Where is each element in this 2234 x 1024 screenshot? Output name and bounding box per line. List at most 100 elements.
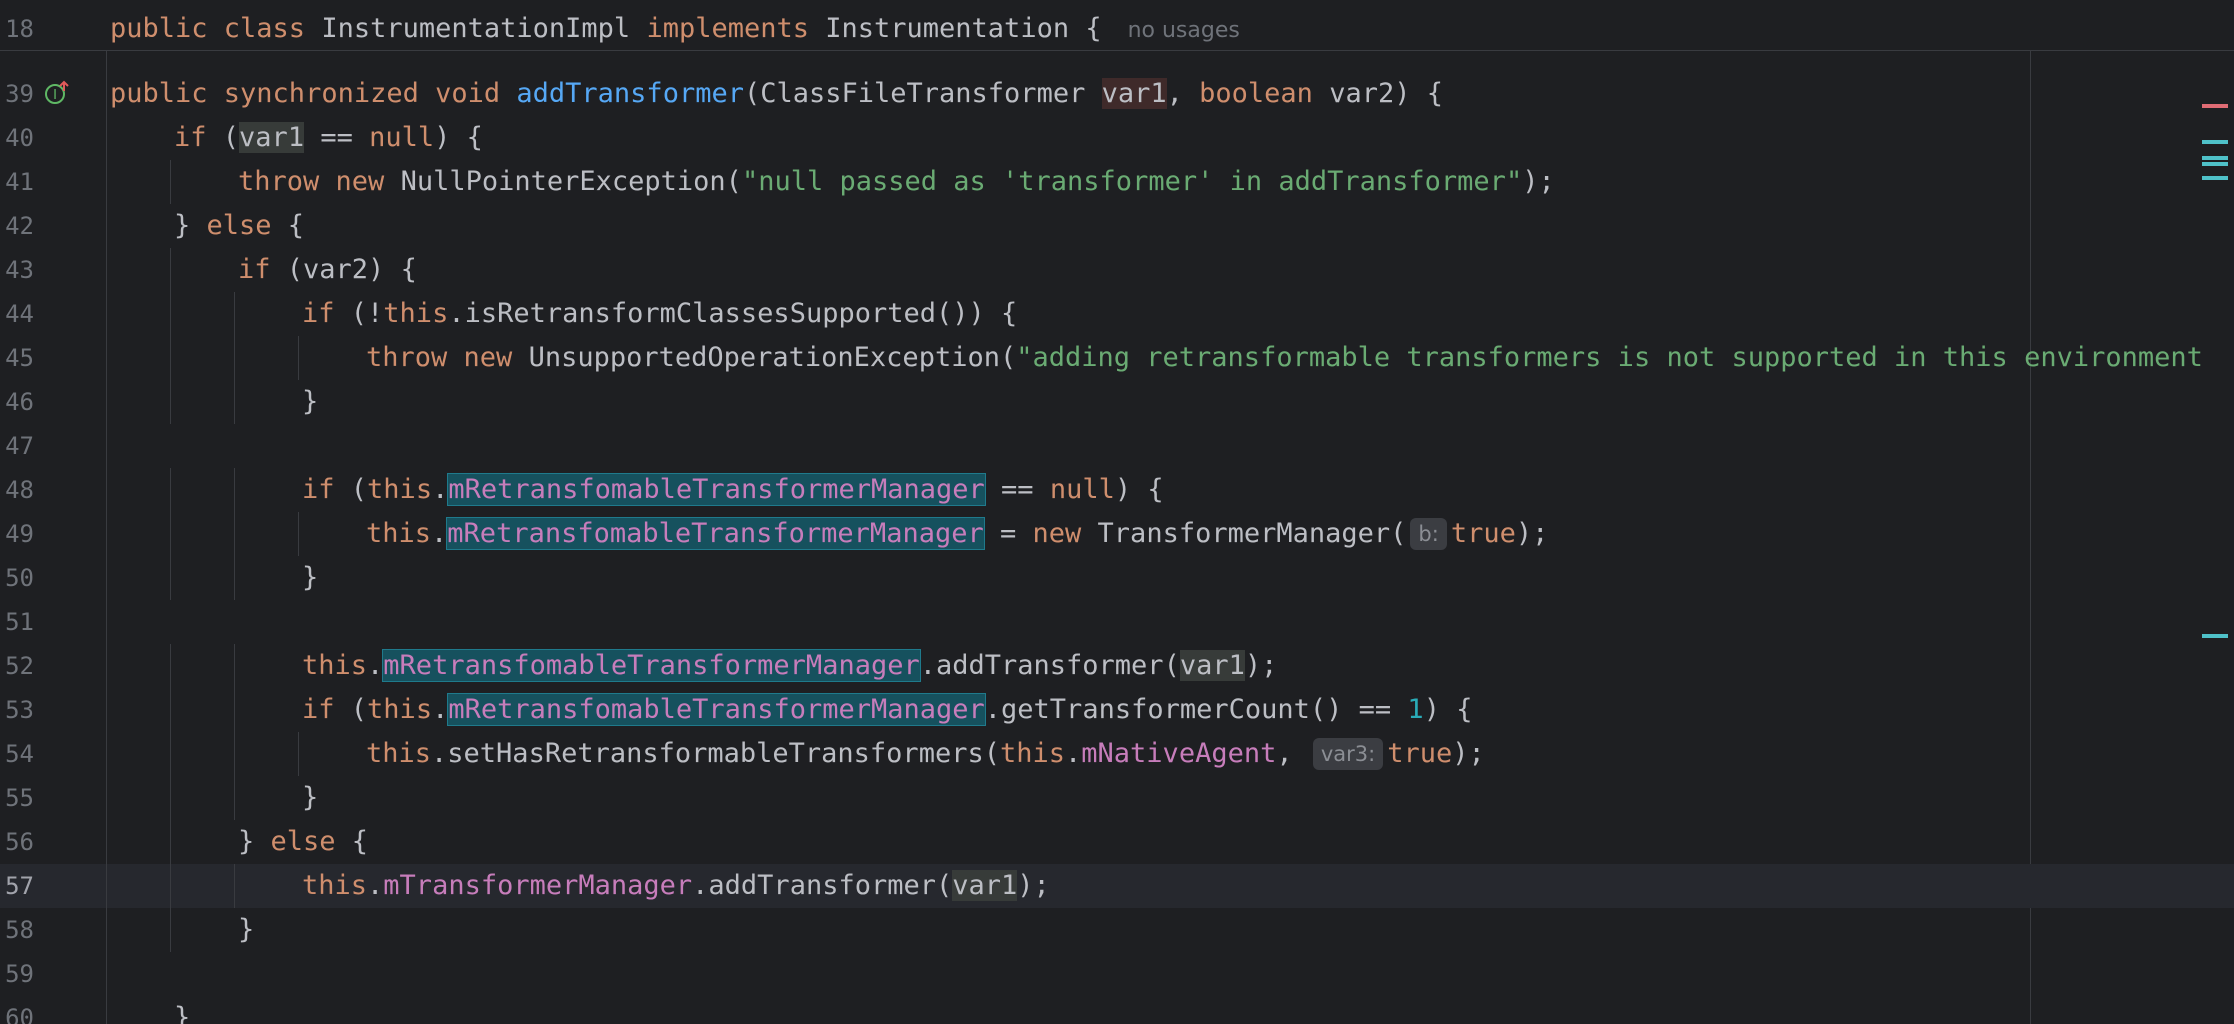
code-line[interactable]: 42 } else { [0, 204, 2234, 248]
code-token: .addTransformer( [919, 650, 1180, 681]
code-token: mNativeAgent [1081, 738, 1277, 769]
code-token: mTransformerManager [383, 870, 693, 901]
code-text[interactable]: } else { [238, 820, 368, 864]
code-token: . [432, 694, 449, 725]
code-text[interactable]: } [238, 908, 254, 952]
code-line[interactable]: 47 [0, 424, 2234, 468]
code-line[interactable]: 39 public synchronized void addTransforme… [0, 72, 2234, 116]
code-text[interactable]: } [302, 556, 318, 600]
scrollbar-marker[interactable] [2202, 162, 2228, 166]
sticky-line-number: 18 [5, 15, 34, 43]
code-token: } [174, 210, 207, 241]
code-line[interactable]: 43 if (var2) { [0, 248, 2234, 292]
indent-guide [234, 776, 235, 820]
code-text[interactable]: if (var2) { [238, 248, 417, 292]
code-text[interactable]: if (!this.isRetransformClassesSupported(… [302, 292, 1017, 336]
indent-guide [298, 732, 299, 776]
line-number: 60 [5, 1004, 34, 1024]
indent-guide [170, 820, 171, 864]
code-line[interactable]: 51 [0, 600, 2234, 644]
scrollbar-marker[interactable] [2202, 140, 2228, 144]
code-token: . [367, 870, 384, 901]
code-line[interactable]: 52 this.mRetransfomableTransformerManager… [0, 644, 2234, 688]
code-token: this [367, 474, 433, 505]
indent-guide [170, 380, 171, 424]
code-token: . [431, 518, 448, 549]
code-token: var1 [1101, 78, 1167, 109]
implements-method-icon[interactable]: I [44, 80, 70, 106]
code-line[interactable]: 44 if (!this.isRetransformClassesSupporte… [0, 292, 2234, 336]
code-text[interactable]: if (this.mRetransfomableTransformerManag… [302, 688, 1472, 732]
code-text[interactable]: } [174, 996, 190, 1024]
code-line[interactable]: 56} else { [0, 820, 2234, 864]
line-number: 50 [5, 564, 34, 592]
code-line[interactable]: 53 if (this.mRetransfomableTransformerMan… [0, 688, 2234, 732]
code-line[interactable]: 48 if (this.mRetransfomableTransformerMan… [0, 468, 2234, 512]
scrollbar-markers[interactable] [2200, 0, 2234, 1024]
sticky-class-declaration[interactable]: public class InstrumentationImpl impleme… [110, 7, 1240, 53]
line-number: 53 [5, 696, 34, 724]
code-token: true [1450, 518, 1516, 549]
code-token: boolean [1199, 78, 1330, 109]
code-token: } [302, 386, 319, 417]
code-token: this [366, 738, 432, 769]
code-line[interactable]: 55} [0, 776, 2234, 820]
indent-guide [234, 864, 235, 908]
code-line[interactable]: 50} [0, 556, 2234, 600]
code-token: var1 [1179, 650, 1245, 681]
indent-guide [234, 292, 235, 336]
indent-guide [234, 468, 235, 512]
usages-inlay-hint[interactable]: no usages [1128, 18, 1240, 43]
code-token: ); [1452, 738, 1485, 769]
code-token: var1 [239, 122, 305, 153]
code-line[interactable]: 49 this.mRetransfomableTransformerManager… [0, 512, 2234, 556]
line-number: 39 [5, 80, 34, 108]
line-number: 42 [5, 212, 34, 240]
code-line[interactable]: 46} [0, 380, 2234, 424]
code-line[interactable]: 41 throw new NullPointerException("null p… [0, 160, 2234, 204]
code-line[interactable]: 59 [0, 952, 2234, 996]
code-token: . [1065, 738, 1082, 769]
code-text[interactable]: this.mRetransfomableTransformerManager =… [366, 512, 1548, 556]
line-number: 48 [5, 476, 34, 504]
code-line[interactable]: 40 if (var1 == null) { [0, 116, 2234, 160]
code-token: mRetransfomableTransformerManager [447, 693, 986, 726]
code-token: mRetransfomableTransformerManager [447, 473, 986, 506]
indent-guide [170, 732, 171, 776]
sticky-header-line[interactable]: 18 public class InstrumentationImpl impl… [0, 0, 2234, 51]
scrollbar-marker[interactable] [2202, 104, 2228, 108]
code-text[interactable]: if (this.mRetransfomableTransformerManag… [302, 468, 1164, 512]
code-text[interactable]: } [302, 380, 318, 424]
scrollbar-marker[interactable] [2202, 634, 2228, 638]
code-text[interactable]: public synchronized void addTransformer(… [110, 72, 1443, 116]
code-token: if [174, 122, 223, 153]
code-token: , [1166, 78, 1200, 109]
code-line[interactable]: 54 this.setHasRetransformableTransformers… [0, 732, 2234, 776]
code-token: (var2) { [286, 254, 417, 285]
code-line[interactable]: 60} [0, 996, 2234, 1024]
current-code-line[interactable]: 57 this.mTransformerManager.addTransforme… [0, 864, 2234, 908]
line-number: 41 [5, 168, 34, 196]
indent-guide [170, 468, 171, 512]
code-token: else [206, 210, 288, 241]
code-editor[interactable]: 18 public class InstrumentationImpl impl… [0, 0, 2234, 1024]
code-text[interactable]: this.mRetransfomableTransformerManager.a… [302, 644, 1277, 688]
indent-guide [234, 336, 235, 380]
code-line[interactable]: 45 throw new UnsupportedOperationExceptio… [0, 336, 2234, 380]
code-text[interactable]: if (var1 == null) { [174, 116, 483, 160]
code-token: ( [350, 474, 368, 505]
line-number: 46 [5, 388, 34, 416]
code-token: var1 [952, 870, 1018, 901]
code-line[interactable]: 58} [0, 908, 2234, 952]
scrollbar-marker[interactable] [2202, 156, 2228, 160]
line-number: 43 [5, 256, 34, 284]
code-text[interactable]: throw new UnsupportedOperationException(… [366, 336, 2203, 380]
code-text[interactable]: throw new NullPointerException("null pas… [238, 160, 1555, 204]
code-text[interactable]: this.mTransformerManager.addTransformer(… [302, 864, 1050, 908]
indent-guide [170, 688, 171, 732]
code-text[interactable]: } else { [174, 204, 304, 248]
scrollbar-marker[interactable] [2202, 176, 2228, 180]
code-text[interactable]: } [302, 776, 318, 820]
code-text[interactable]: this.setHasRetransformableTransformers(t… [366, 732, 1485, 776]
code-token: if [302, 298, 351, 329]
